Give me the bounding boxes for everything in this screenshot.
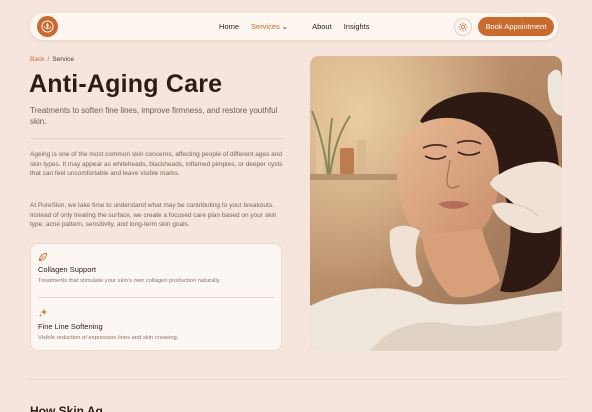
section-divider bbox=[30, 379, 562, 380]
logo[interactable] bbox=[37, 16, 58, 37]
chevron-down-icon: ⌄ bbox=[281, 22, 289, 31]
breadcrumb-current: Service bbox=[52, 56, 74, 63]
features-card: Collagen Support Treatments that stimula… bbox=[30, 243, 282, 351]
approach-paragraph: At PureSkin, we take time to understand … bbox=[30, 202, 277, 228]
nav-links: Home Services ⌄ About Insights bbox=[219, 13, 382, 40]
feature-desc-collagen: Treatments that stimulate your skin's ow… bbox=[38, 278, 221, 284]
intro-paragraph: Ageing is one of the most common skin co… bbox=[30, 151, 283, 177]
top-nav: Home Services ⌄ About Insights Book Appoi… bbox=[30, 13, 558, 40]
feature-title-fine-lines: Fine Line Softening bbox=[38, 322, 103, 331]
book-appointment-button[interactable]: Book Appointment bbox=[478, 17, 554, 36]
feature-title-collagen: Collagen Support bbox=[38, 265, 96, 274]
sparkle-icon bbox=[39, 308, 48, 317]
nav-about[interactable]: About bbox=[312, 22, 332, 31]
page-title: Anti-Aging Care bbox=[29, 70, 223, 98]
theme-toggle-button[interactable] bbox=[454, 18, 472, 36]
hero-image bbox=[310, 56, 562, 351]
page-subtitle: Treatments to soften fine lines, improve… bbox=[30, 106, 278, 126]
divider bbox=[30, 138, 283, 139]
nav-insights[interactable]: Insights bbox=[344, 22, 370, 31]
breadcrumb-back-link[interactable]: Back bbox=[30, 56, 44, 63]
lotus-icon bbox=[41, 20, 54, 33]
feature-desc-fine-lines: Visible reduction of expression lines an… bbox=[38, 335, 179, 341]
nav-services[interactable]: Services ⌄ bbox=[251, 22, 300, 31]
sun-icon bbox=[458, 22, 468, 32]
breadcrumb-separator: / bbox=[47, 56, 50, 63]
nav-home[interactable]: Home bbox=[219, 22, 239, 31]
breadcrumb: Back / Service bbox=[30, 56, 74, 63]
leaf-icon bbox=[39, 253, 47, 261]
card-divider bbox=[38, 297, 275, 298]
next-section-title: How Skin Ag bbox=[30, 404, 103, 412]
facial-treatment-photo bbox=[310, 56, 562, 351]
